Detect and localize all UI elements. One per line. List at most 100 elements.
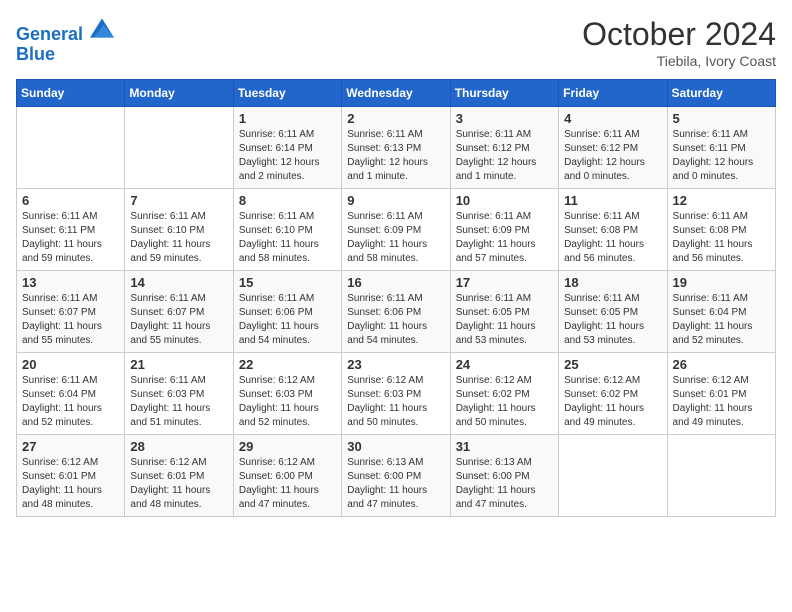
calendar-cell: 27 Sunrise: 6:12 AM Sunset: 6:01 PM Dayli… [17,435,125,517]
calendar-table: SundayMondayTuesdayWednesdayThursdayFrid… [16,79,776,517]
calendar-week-1: 1 Sunrise: 6:11 AM Sunset: 6:14 PM Daylig… [17,107,776,189]
day-info: Sunrise: 6:13 AM Sunset: 6:00 PM Dayligh… [347,456,444,512]
page-header: General Blue October 2024 Tiebila, Ivory… [16,16,776,69]
header-cell-monday: Monday [125,80,233,107]
day-info: Sunrise: 6:11 AM Sunset: 6:13 PM Dayligh… [347,128,444,184]
day-info: Sunrise: 6:12 AM Sunset: 6:00 PM Dayligh… [239,456,336,512]
day-number: 5 [673,111,770,126]
header-cell-saturday: Saturday [667,80,775,107]
calendar-cell: 7Sunrise: 6:11 AM Sunset: 6:10 PM Daylig… [125,189,233,271]
calendar-cell: 6Sunrise: 6:11 AM Sunset: 6:11 PM Daylig… [17,189,125,271]
calendar-cell: 17 Sunrise: 6:11 AM Sunset: 6:05 PM Dayli… [450,271,558,353]
day-info: Sunrise: 6:11 AM Sunset: 6:06 PM Dayligh… [347,292,444,348]
day-info: Sunrise: 6:11 AM Sunset: 6:14 PM Dayligh… [239,128,336,184]
day-info: Sunrise: 6:11 AM Sunset: 6:08 PM Dayligh… [673,210,770,266]
day-info: Sunrise: 6:12 AM Sunset: 6:03 PM Dayligh… [239,374,336,430]
day-info: Sunrise: 6:12 AM Sunset: 6:01 PM Dayligh… [673,374,770,430]
calendar-cell: 10Sunrise: 6:11 AM Sunset: 6:09 PM Dayli… [450,189,558,271]
calendar-cell: 24Sunrise: 6:12 AM Sunset: 6:02 PM Dayli… [450,353,558,435]
day-info: Sunrise: 6:11 AM Sunset: 6:07 PM Dayligh… [130,292,227,348]
calendar-week-5: 27 Sunrise: 6:12 AM Sunset: 6:01 PM Dayli… [17,435,776,517]
header-cell-friday: Friday [559,80,667,107]
calendar-cell: 30 Sunrise: 6:13 AM Sunset: 6:00 PM Dayli… [342,435,450,517]
header-cell-sunday: Sunday [17,80,125,107]
day-number: 21 [130,357,227,372]
logo: General Blue [16,16,114,65]
day-info: Sunrise: 6:12 AM Sunset: 6:01 PM Dayligh… [130,456,227,512]
day-number: 30 [347,439,444,454]
month-title: October 2024 [582,16,776,53]
day-info: Sunrise: 6:11 AM Sunset: 6:04 PM Dayligh… [22,374,119,430]
day-number: 26 [673,357,770,372]
day-info: Sunrise: 6:11 AM Sunset: 6:07 PM Dayligh… [22,292,119,348]
calendar-cell: 5 Sunrise: 6:11 AM Sunset: 6:11 PM Daylig… [667,107,775,189]
calendar-week-4: 20 Sunrise: 6:11 AM Sunset: 6:04 PM Dayli… [17,353,776,435]
calendar-week-3: 13 Sunrise: 6:11 AM Sunset: 6:07 PM Dayli… [17,271,776,353]
calendar-cell: 3 Sunrise: 6:11 AM Sunset: 6:12 PM Daylig… [450,107,558,189]
calendar-cell: 4Sunrise: 6:11 AM Sunset: 6:12 PM Daylig… [559,107,667,189]
day-info: Sunrise: 6:11 AM Sunset: 6:08 PM Dayligh… [564,210,661,266]
day-number: 13 [22,275,119,290]
day-number: 31 [456,439,553,454]
title-block: October 2024 Tiebila, Ivory Coast [582,16,776,69]
day-info: Sunrise: 6:11 AM Sunset: 6:03 PM Dayligh… [130,374,227,430]
calendar-cell: 16 Sunrise: 6:11 AM Sunset: 6:06 PM Dayli… [342,271,450,353]
header-cell-tuesday: Tuesday [233,80,341,107]
calendar-cell: 23Sunrise: 6:12 AM Sunset: 6:03 PM Dayli… [342,353,450,435]
header-cell-wednesday: Wednesday [342,80,450,107]
day-info: Sunrise: 6:11 AM Sunset: 6:12 PM Dayligh… [564,128,661,184]
calendar-cell [559,435,667,517]
calendar-cell: 2 Sunrise: 6:11 AM Sunset: 6:13 PM Daylig… [342,107,450,189]
calendar-cell: 29 Sunrise: 6:12 AM Sunset: 6:00 PM Dayli… [233,435,341,517]
day-info: Sunrise: 6:11 AM Sunset: 6:04 PM Dayligh… [673,292,770,348]
day-number: 14 [130,275,227,290]
day-number: 11 [564,193,661,208]
day-number: 3 [456,111,553,126]
day-number: 12 [673,193,770,208]
day-number: 18 [564,275,661,290]
day-number: 2 [347,111,444,126]
calendar-cell: 20 Sunrise: 6:11 AM Sunset: 6:04 PM Dayli… [17,353,125,435]
day-info: Sunrise: 6:12 AM Sunset: 6:02 PM Dayligh… [564,374,661,430]
calendar-cell: 1 Sunrise: 6:11 AM Sunset: 6:14 PM Daylig… [233,107,341,189]
calendar-cell: 9Sunrise: 6:11 AM Sunset: 6:09 PM Daylig… [342,189,450,271]
day-number: 29 [239,439,336,454]
calendar-cell: 21 Sunrise: 6:11 AM Sunset: 6:03 PM Dayli… [125,353,233,435]
day-number: 25 [564,357,661,372]
calendar-cell: 26 Sunrise: 6:12 AM Sunset: 6:01 PM Dayli… [667,353,775,435]
day-info: Sunrise: 6:12 AM Sunset: 6:01 PM Dayligh… [22,456,119,512]
calendar-cell: 25 Sunrise: 6:12 AM Sunset: 6:02 PM Dayli… [559,353,667,435]
day-number: 1 [239,111,336,126]
day-number: 20 [22,357,119,372]
day-number: 9 [347,193,444,208]
day-info: Sunrise: 6:11 AM Sunset: 6:05 PM Dayligh… [564,292,661,348]
calendar-cell: 11 Sunrise: 6:11 AM Sunset: 6:08 PM Dayli… [559,189,667,271]
day-number: 23 [347,357,444,372]
day-number: 15 [239,275,336,290]
day-number: 17 [456,275,553,290]
location: Tiebila, Ivory Coast [582,53,776,69]
day-number: 22 [239,357,336,372]
day-info: Sunrise: 6:11 AM Sunset: 6:12 PM Dayligh… [456,128,553,184]
header-cell-thursday: Thursday [450,80,558,107]
calendar-header: SundayMondayTuesdayWednesdayThursdayFrid… [17,80,776,107]
day-number: 16 [347,275,444,290]
logo-icon [90,16,114,40]
day-info: Sunrise: 6:11 AM Sunset: 6:10 PM Dayligh… [239,210,336,266]
calendar-cell [125,107,233,189]
day-info: Sunrise: 6:11 AM Sunset: 6:09 PM Dayligh… [456,210,553,266]
day-number: 6 [22,193,119,208]
day-info: Sunrise: 6:11 AM Sunset: 6:05 PM Dayligh… [456,292,553,348]
calendar-cell: 15 Sunrise: 6:11 AM Sunset: 6:06 PM Dayli… [233,271,341,353]
calendar-cell: 18 Sunrise: 6:11 AM Sunset: 6:05 PM Dayli… [559,271,667,353]
logo-subtext: Blue [16,45,114,65]
day-info: Sunrise: 6:11 AM Sunset: 6:06 PM Dayligh… [239,292,336,348]
calendar-cell [17,107,125,189]
day-info: Sunrise: 6:13 AM Sunset: 6:00 PM Dayligh… [456,456,553,512]
header-row: SundayMondayTuesdayWednesdayThursdayFrid… [17,80,776,107]
day-number: 27 [22,439,119,454]
calendar-cell: 14 Sunrise: 6:11 AM Sunset: 6:07 PM Dayli… [125,271,233,353]
calendar-cell: 12 Sunrise: 6:11 AM Sunset: 6:08 PM Dayli… [667,189,775,271]
day-number: 19 [673,275,770,290]
day-info: Sunrise: 6:11 AM Sunset: 6:11 PM Dayligh… [673,128,770,184]
